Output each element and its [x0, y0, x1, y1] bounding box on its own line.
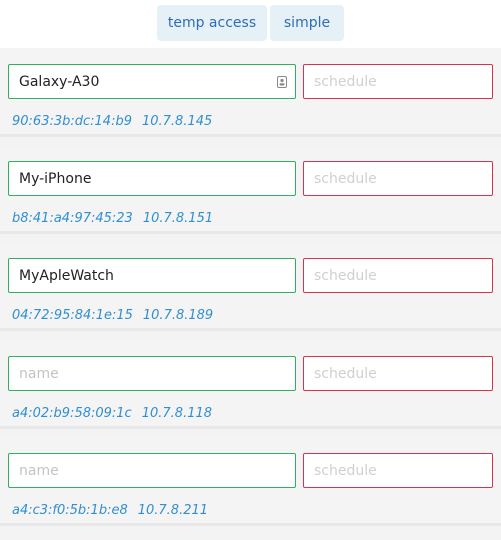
schedule-input[interactable]	[303, 356, 493, 391]
device-info: 90:63:3b:dc:14:b9 10.7.8.145	[12, 114, 212, 129]
ip-address: 10.7.8.145	[141, 114, 213, 129]
ip-address: 10.7.8.151	[142, 211, 214, 226]
device-card: 90:63:3b:dc:14:b9 10.7.8.145	[0, 49, 501, 137]
simple-button[interactable]: simple	[270, 5, 344, 41]
device-card: a4:c3:f0:5b:1b:e8 10.7.8.211	[0, 438, 501, 526]
device-info: a4:c3:f0:5b:1b:e8 10.7.8.211	[12, 503, 208, 518]
device-info: 04:72:95:84:1e:15 10.7.8.189	[12, 308, 213, 323]
mac-address: b8:41:a4:97:45:23	[12, 211, 133, 226]
device-card: a4:02:b9:58:09:1c 10.7.8.118	[0, 341, 501, 429]
schedule-input[interactable]	[303, 161, 493, 196]
device-name-input[interactable]	[8, 161, 296, 196]
schedule-input[interactable]	[303, 453, 493, 488]
ip-address: 10.7.8.211	[137, 503, 209, 518]
device-card: b8:41:a4:97:45:23 10.7.8.151	[0, 146, 501, 234]
mac-address: a4:c3:f0:5b:1b:e8	[12, 503, 128, 518]
contact-card-icon[interactable]	[277, 76, 287, 88]
ip-address: 10.7.8.189	[142, 308, 214, 323]
device-name-input[interactable]	[8, 258, 296, 293]
ip-address: 10.7.8.118	[141, 406, 213, 421]
mac-address: 90:63:3b:dc:14:b9	[12, 114, 132, 129]
device-info: b8:41:a4:97:45:23 10.7.8.151	[12, 211, 213, 226]
device-name-input[interactable]	[8, 64, 296, 99]
schedule-input[interactable]	[303, 258, 493, 293]
mac-address: a4:02:b9:58:09:1c	[12, 406, 132, 421]
device-name-input[interactable]	[8, 453, 296, 488]
device-info: a4:02:b9:58:09:1c 10.7.8.118	[12, 406, 212, 421]
top-toolbar: temp access simple	[0, 0, 501, 48]
mac-address: 04:72:95:84:1e:15	[12, 308, 133, 323]
temp-access-button[interactable]: temp access	[157, 5, 267, 41]
device-card: 04:72:95:84:1e:15 10.7.8.189	[0, 243, 501, 331]
device-name-input[interactable]	[8, 356, 296, 391]
schedule-input[interactable]	[303, 64, 493, 99]
